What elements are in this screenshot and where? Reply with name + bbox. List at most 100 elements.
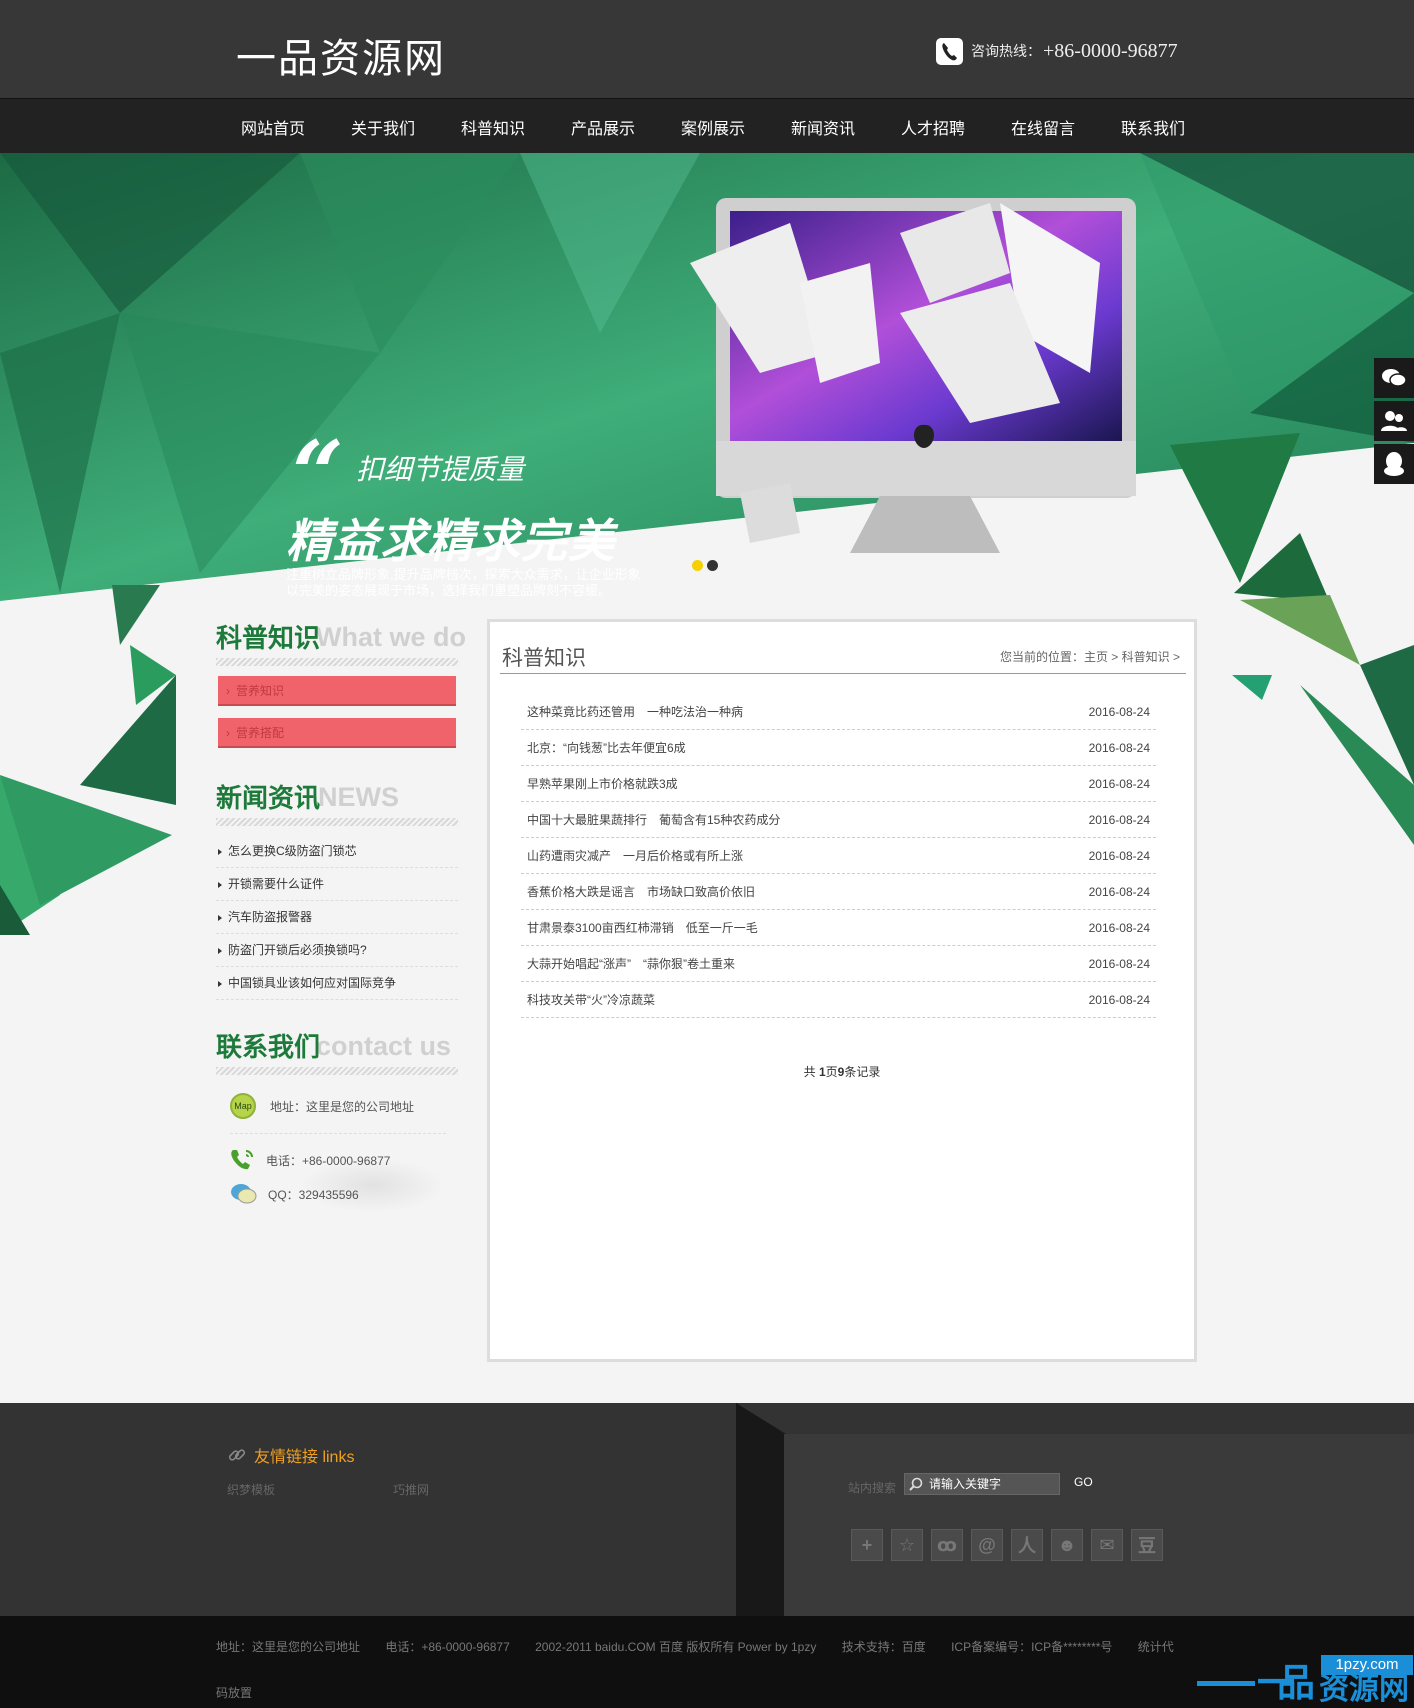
article-title[interactable]: 这种菜竟比药还管用 一种吃法治一种病	[527, 703, 743, 720]
footer-divider-shape	[736, 1403, 786, 1616]
divider	[230, 1133, 446, 1134]
site-search-label: 站内搜索	[848, 1481, 897, 1495]
watermark-logo: 一品 1pzy.com 资源网	[1197, 1655, 1414, 1708]
article-title[interactable]: 北京：“向钱葱”比去年便宜6成	[527, 739, 686, 756]
nav-contact[interactable]: 联系我们	[1098, 115, 1208, 139]
pager-mid: 页	[825, 1065, 838, 1079]
carousel-dot[interactable]	[707, 560, 718, 571]
pagination-info: 共 1页9条记录	[490, 1063, 1194, 1080]
list-item[interactable]: 中国锁具业该如何应对国际竞争	[216, 967, 458, 1000]
site-search	[904, 1473, 1060, 1495]
hotline: 咨询热线： +86-0000-96877	[936, 36, 1178, 66]
list-item[interactable]: 开锁需要什么证件	[216, 868, 458, 901]
list-item[interactable]: 怎么更换C级防盗门锁芯	[216, 835, 458, 868]
share-icons: + ☆ ꝏ @ 人 ☻ ✉ 豆	[851, 1529, 1163, 1561]
search-input[interactable]	[929, 1477, 1057, 1491]
article-list: 这种菜竟比药还管用 一种吃法治一种病 2016-08-24 北京：“向钱葱”比去年…	[521, 694, 1156, 1018]
list-item[interactable]: 汽车防盗报警器	[216, 901, 458, 934]
pager-suffix: 条记录	[844, 1065, 881, 1079]
carousel-dot-active[interactable]	[692, 560, 703, 571]
phone-icon	[230, 1148, 256, 1172]
article-title[interactable]: 早熟苹果刚上市价格就跌3成	[527, 775, 678, 792]
watermark-domain: 1pzy.com	[1321, 1655, 1413, 1675]
table-row[interactable]: 大蒜开始唱起“涨声” “蒜你狠”卷土重来 2016-08-24	[521, 946, 1156, 982]
netease-icon[interactable]: ✉	[1091, 1529, 1123, 1561]
nav-cases[interactable]: 案例展示	[658, 115, 768, 139]
contact-title-cn: 联系我们	[216, 1032, 321, 1062]
news-list: 怎么更换C级防盗门锁芯 开锁需要什么证件 汽车防盗报警器 防盗门开锁后必须换锁吗…	[216, 835, 458, 1000]
article-title[interactable]: 大蒜开始唱起“涨声” “蒜你狠”卷土重来	[527, 955, 735, 972]
divider	[216, 658, 458, 666]
article-date: 2016-08-24	[1088, 956, 1150, 971]
article-title[interactable]: 香蕉价格大跌是谣言 市场缺口致高价依旧	[527, 883, 755, 900]
pager-prefix: 共	[803, 1065, 816, 1079]
plus-icon[interactable]: +	[851, 1529, 883, 1561]
contact-title-en: contact us	[316, 1031, 452, 1061]
search-icon	[909, 1477, 923, 1491]
article-title[interactable]: 甘肃景泰3100亩西红柿滞销 低至一斤一毛	[527, 919, 758, 936]
table-row[interactable]: 北京：“向钱葱”比去年便宜6成 2016-08-24	[521, 730, 1156, 766]
contact-address: Map 地址：这里是您的公司地址	[230, 1093, 414, 1119]
side-float-toolbar	[1374, 358, 1414, 487]
nav-home[interactable]: 网站首页	[218, 115, 328, 139]
users-icon[interactable]	[1374, 401, 1414, 441]
news-title-en: NEWS	[318, 782, 399, 812]
article-title[interactable]: 科技攻关带“火”冷凉蔬菜	[527, 991, 655, 1008]
friend-link[interactable]: 巧推网	[393, 1481, 429, 1498]
pager-pages: 1	[818, 1065, 826, 1079]
tencent-weibo-icon[interactable]: @	[971, 1529, 1003, 1561]
table-row[interactable]: 早熟苹果刚上市价格就跌3成 2016-08-24	[521, 766, 1156, 802]
nav-jobs[interactable]: 人才招聘	[878, 115, 988, 139]
table-row[interactable]: 这种菜竟比药还管用 一种吃法治一种病 2016-08-24	[521, 694, 1156, 730]
nav-about[interactable]: 关于我们	[328, 115, 438, 139]
article-date: 2016-08-24	[1088, 776, 1150, 791]
page-title: 科普知识	[502, 647, 586, 670]
wechat-icon[interactable]	[1374, 358, 1414, 398]
link-icon	[228, 1446, 246, 1464]
footer-right-panel	[784, 1434, 1414, 1616]
douban-icon[interactable]: 豆	[1131, 1529, 1163, 1561]
hero-banner[interactable]: “ 扣细节提质量 精益求精求完美 注重树立品牌形象,提升品牌档次，探索大众需求，…	[0, 153, 1414, 603]
news-title-cn: 新闻资讯	[216, 783, 321, 813]
address-text: 地址：这里是您的公司地址	[270, 1099, 415, 1114]
nav-products[interactable]: 产品展示	[548, 115, 658, 139]
search-go-button[interactable]: GO	[1074, 1475, 1093, 1489]
hotline-label: 咨询热线：	[971, 43, 1041, 59]
breadcrumb[interactable]: 您当前的位置：主页 > 科普知识 >	[1000, 648, 1180, 665]
copyright-address: 地址：这里是您的公司地址	[216, 1640, 361, 1654]
qq-text: QQ：329435596	[268, 1187, 359, 1202]
table-row[interactable]: 山药遭雨灾减产 一月后价格或有所上涨 2016-08-24	[521, 838, 1156, 874]
renren-icon[interactable]: 人	[1011, 1529, 1043, 1561]
table-row[interactable]: 科技攻关带“火”冷凉蔬菜 2016-08-24	[521, 982, 1156, 1018]
star-icon[interactable]: ☆	[891, 1529, 923, 1561]
copyright-line-2: 码放置	[216, 1686, 253, 1700]
list-item[interactable]: 防盗门开锁后必须换锁吗?	[216, 934, 458, 967]
contact-qq: QQ：329435596	[230, 1182, 359, 1206]
article-date: 2016-08-24	[1088, 992, 1150, 1007]
category-item-diet[interactable]: 营养搭配	[218, 718, 456, 748]
article-date: 2016-08-24	[1088, 884, 1150, 899]
category-item-nutrition[interactable]: 营养知识	[218, 676, 456, 706]
friend-link[interactable]: 织梦模板	[227, 1481, 275, 1498]
article-title[interactable]: 中国十大最脏果蔬排行 葡萄含有15种农药成分	[527, 811, 780, 828]
footer: 友情链接 links 织梦模板 巧推网 站内搜索 GO +☆ꝏ@人☻✉豆	[0, 1403, 1414, 1616]
table-row[interactable]: 甘肃景泰3100亩西红柿滞销 低至一斤一毛 2016-08-24	[521, 910, 1156, 946]
article-date: 2016-08-24	[1088, 704, 1150, 719]
nav-knowledge[interactable]: 科普知识	[438, 115, 548, 139]
article-title[interactable]: 山药遭雨灾减产 一月后价格或有所上涨	[527, 847, 743, 864]
table-row[interactable]: 中国十大最脏果蔬排行 葡萄含有15种农药成分 2016-08-24	[521, 802, 1156, 838]
nav-news[interactable]: 新闻资讯	[768, 115, 878, 139]
qq-icon[interactable]	[1374, 444, 1414, 484]
weibo-icon[interactable]: ꝏ	[931, 1529, 963, 1561]
nav-message[interactable]: 在线留言	[988, 115, 1098, 139]
friend-links-label: 友情链接 links	[254, 1449, 355, 1466]
copyright-support[interactable]: 技术支持：百度	[842, 1640, 926, 1654]
divider	[216, 818, 458, 826]
site-logo[interactable]: 一品资源网	[236, 26, 446, 84]
table-row[interactable]: 香蕉价格大跌是谣言 市场缺口致高价依旧 2016-08-24	[521, 874, 1156, 910]
article-date: 2016-08-24	[1088, 812, 1150, 827]
kaixin-icon[interactable]: ☻	[1051, 1529, 1083, 1561]
copyright-notice[interactable]: 2002-2011 baidu.COM 百度 版权所有 Power by 1pz…	[535, 1640, 816, 1654]
article-date: 2016-08-24	[1088, 740, 1150, 755]
main-nav: 网站首页 关于我们 科普知识 产品展示 案例展示 新闻资讯 人才招聘 在线留言 …	[0, 98, 1414, 153]
